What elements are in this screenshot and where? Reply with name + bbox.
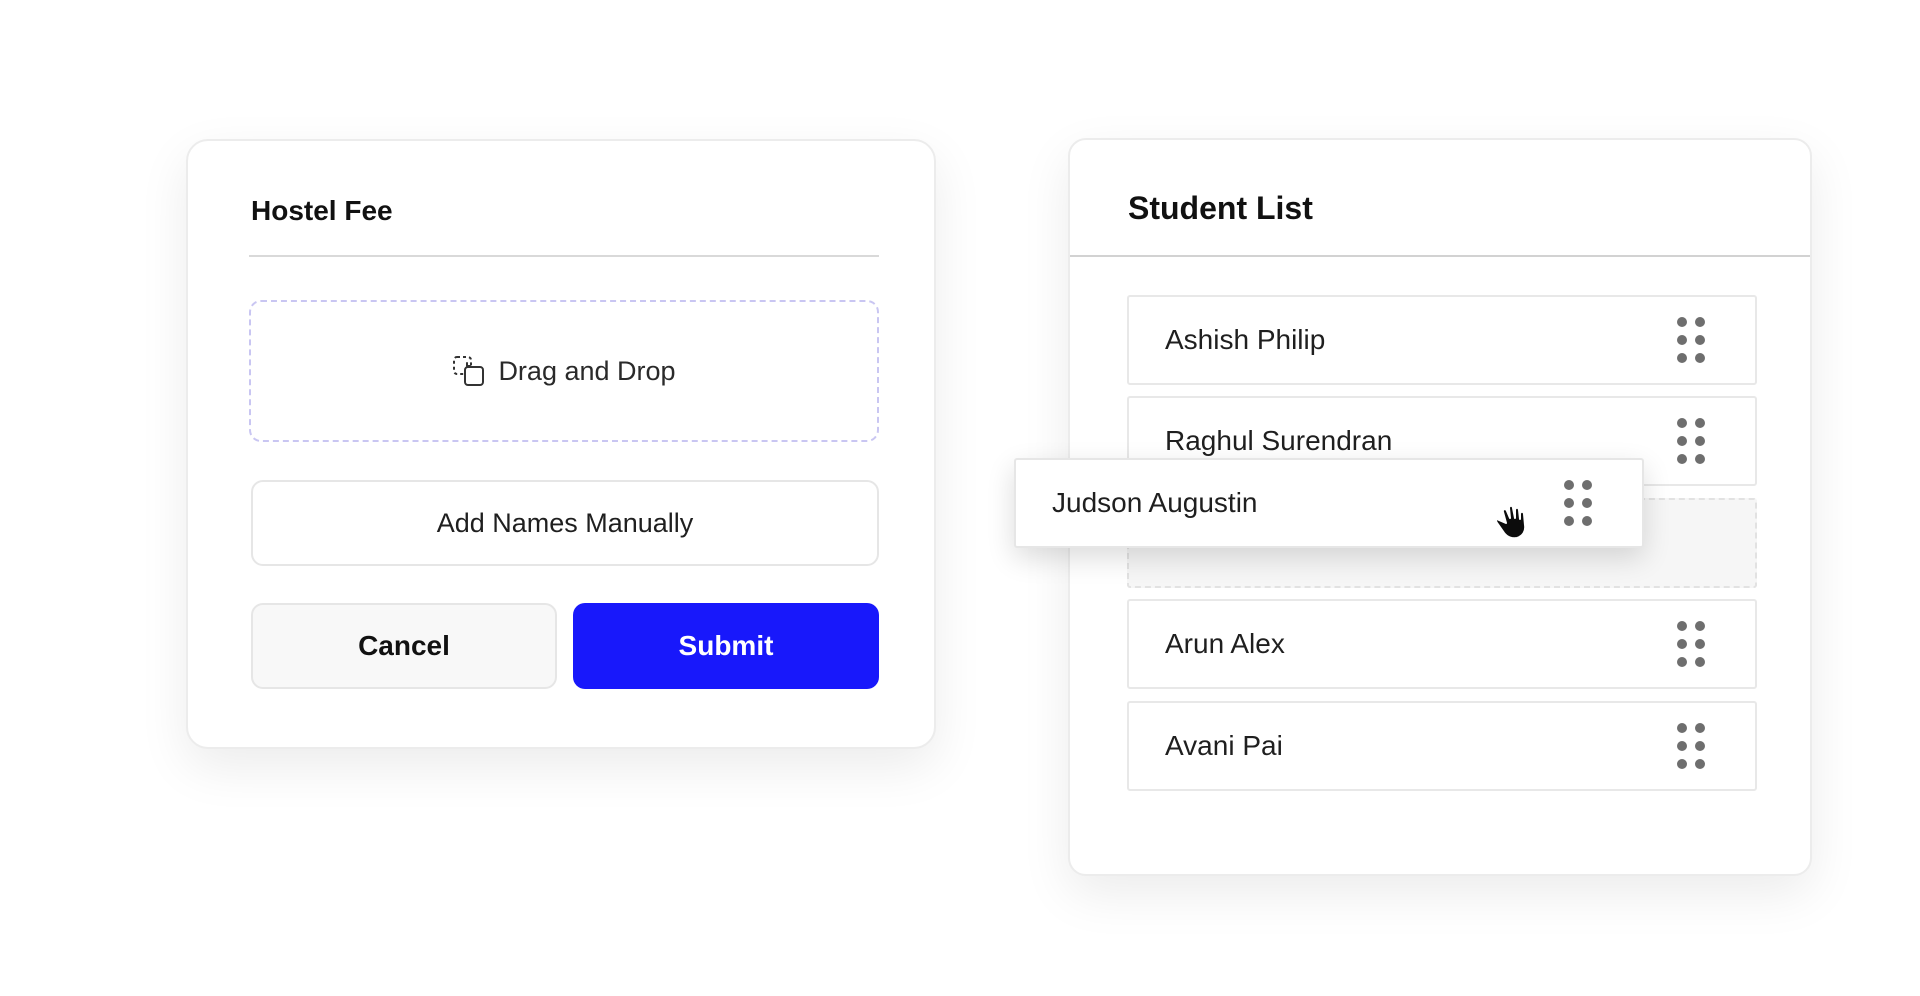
hostel-fee-card: Hostel Fee Drag and Drop Add Names Manua… [186,139,936,749]
student-name: Ashish Philip [1165,324,1326,355]
drag-handle-icon[interactable] [1564,480,1592,526]
add-names-manually-button[interactable]: Add Names Manually [251,480,879,566]
card-title: Student List [1128,190,1313,226]
list-item[interactable]: Avani Pai [1127,701,1757,791]
title-divider [249,255,879,257]
student-name: Avani Pai [1165,730,1283,761]
student-name: Judson Augustin [1052,487,1258,518]
grab-hand-icon [1495,504,1527,540]
student-name: Arun Alex [1165,628,1285,659]
drag-drop-icon [453,356,485,386]
list-item[interactable]: Arun Alex [1127,599,1757,689]
drag-handle-icon[interactable] [1677,418,1705,464]
drag-handle-icon[interactable] [1677,621,1705,667]
drag-handle-icon[interactable] [1677,723,1705,769]
dropzone-label: Drag and Drop [498,355,676,386]
title-divider [1070,255,1810,257]
dragged-list-item[interactable]: Judson Augustin [1014,458,1644,548]
student-name: Raghul Surendran [1165,425,1393,456]
card-title: Hostel Fee [251,195,393,226]
submit-button[interactable]: Submit [573,603,879,689]
drag-and-drop-zone[interactable]: Drag and Drop [249,300,879,442]
list-item[interactable]: Ashish Philip [1127,295,1757,385]
stage: Hostel Fee Drag and Drop Add Names Manua… [0,0,1920,996]
drag-handle-icon[interactable] [1677,317,1705,363]
cancel-button[interactable]: Cancel [251,603,557,689]
